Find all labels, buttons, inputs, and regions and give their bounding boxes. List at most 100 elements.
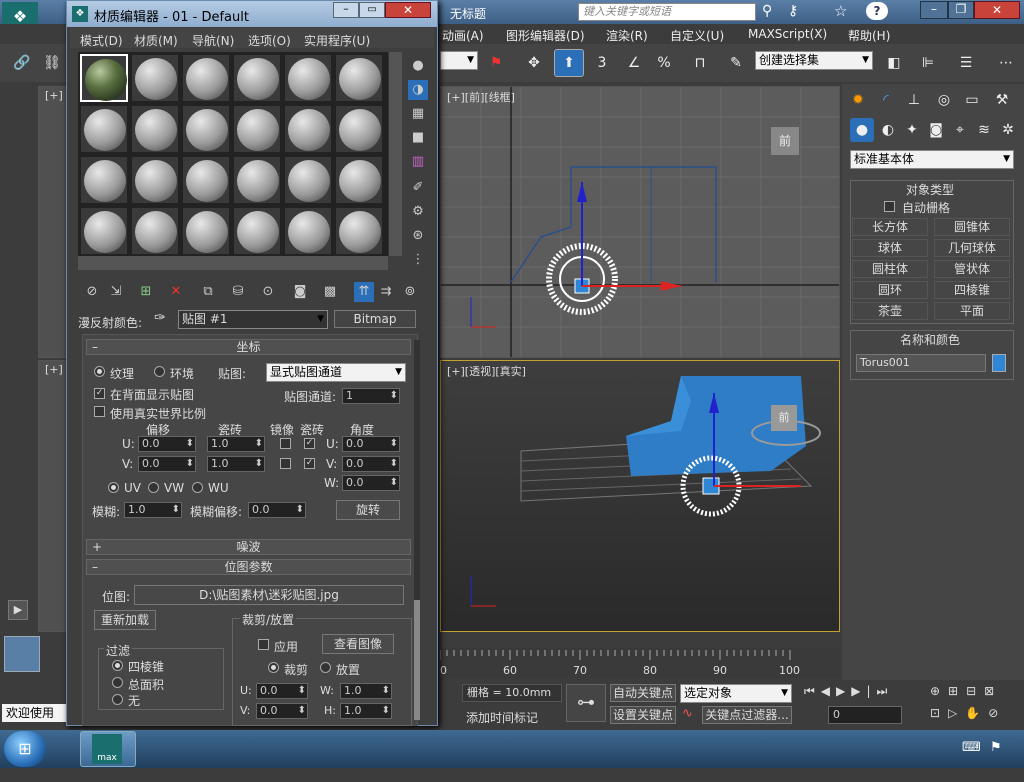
sample-type-icon[interactable]: ● <box>408 56 428 76</box>
mapping-dropdown[interactable]: 显式贴图通道 <box>266 363 406 382</box>
v-angle-spinner[interactable]: 0.0 <box>342 456 400 472</box>
sample-slot[interactable] <box>131 105 179 153</box>
curve-icon[interactable]: ∿ <box>682 706 693 721</box>
keyboard-tray-icon[interactable]: ⌨ <box>962 740 981 755</box>
texture-radio[interactable] <box>94 366 105 377</box>
menu-animation[interactable]: 动画(A) <box>442 27 484 44</box>
bitmap-path-button[interactable]: D:\贴图素材\迷彩贴图.jpg <box>134 585 404 605</box>
v-tiling-spinner[interactable]: 1.0 <box>207 456 265 472</box>
viewcube-front[interactable]: 前 <box>771 127 799 155</box>
sample-slot[interactable] <box>182 54 230 102</box>
uv-tiling-icon[interactable]: ■ <box>408 128 428 148</box>
v-offset-spinner[interactable]: 0.0 <box>138 456 196 472</box>
sphere-button[interactable]: 球体 <box>852 239 928 257</box>
make-unique-icon[interactable]: ⧉ <box>198 282 218 302</box>
crop-w-spinner[interactable]: 1.0 <box>340 683 392 699</box>
manipulate-icon[interactable]: ⬆ <box>554 49 584 77</box>
wu-radio[interactable] <box>192 482 203 493</box>
material-navigator-icon[interactable]: ⋮ <box>408 250 428 270</box>
sample-slot[interactable] <box>182 105 230 153</box>
slots-hscrollbar[interactable] <box>78 256 388 270</box>
binoculars-icon[interactable]: ⚲ <box>762 3 772 19</box>
sample-slot[interactable] <box>233 207 281 255</box>
place-radio[interactable] <box>320 662 331 673</box>
sample-slot[interactable] <box>284 54 332 102</box>
backlight-icon[interactable]: ◑ <box>408 80 428 100</box>
object-name-input[interactable]: Torus001 <box>856 354 986 372</box>
align-icon[interactable]: ⊫ <box>916 51 940 75</box>
systems-icon[interactable]: ✲ <box>996 118 1020 142</box>
assign-to-selection-icon[interactable]: ⊞ <box>136 282 156 302</box>
reference-coord-dropdown[interactable] <box>440 51 478 70</box>
cone-button[interactable]: 圆锥体 <box>934 218 1010 236</box>
hierarchy-tab-icon[interactable]: ⊥ <box>902 88 926 112</box>
mat-menu-utilities[interactable]: 实用程序(U) <box>304 32 370 49</box>
filter-sat-radio[interactable] <box>112 677 123 688</box>
go-to-parent-icon[interactable]: ⇈ <box>354 282 374 302</box>
angle-snap-icon[interactable]: ∠ <box>622 51 646 75</box>
sample-slot[interactable] <box>80 105 128 153</box>
put-to-library-icon[interactable]: ⛁ <box>228 282 248 302</box>
frame-input[interactable]: 0 <box>828 706 902 724</box>
start-button[interactable]: ⊞ <box>4 731 46 767</box>
mat-menu-navigation[interactable]: 导航(N) <box>192 32 234 49</box>
uv-radio[interactable] <box>108 482 119 493</box>
viewport-layout-icon[interactable] <box>4 636 40 672</box>
menu-customize[interactable]: 自定义(U) <box>670 27 724 44</box>
show-back-checkbox[interactable]: ✓ <box>94 388 105 399</box>
snap-3d-button[interactable]: 3 <box>590 51 614 75</box>
geosphere-button[interactable]: 几何球体 <box>934 239 1010 257</box>
auto-key-button[interactable]: 自动关键点 <box>610 684 676 702</box>
create-tab-icon[interactable]: ✹ <box>846 88 870 112</box>
params-scroll-thumb[interactable] <box>414 600 420 720</box>
object-color-swatch[interactable] <box>992 354 1006 372</box>
sample-slot[interactable] <box>131 207 179 255</box>
menu-maxscript[interactable]: MAXScript(X) <box>748 27 827 41</box>
u-tile-checkbox[interactable]: ✓ <box>304 438 315 449</box>
map-type-button[interactable]: Bitmap <box>334 310 416 328</box>
material-id-icon[interactable]: ⊙ <box>258 282 278 302</box>
sample-slot[interactable] <box>233 54 281 102</box>
spinner-snap-icon[interactable]: ⊓ <box>688 51 712 75</box>
vw-radio[interactable] <box>148 482 159 493</box>
sample-slot[interactable] <box>335 105 383 153</box>
get-material-icon[interactable]: ⊘ <box>82 282 102 302</box>
environ-radio[interactable] <box>154 366 165 377</box>
go-forward-icon[interactable]: ⇉ <box>376 282 396 302</box>
sample-slot[interactable] <box>131 54 179 102</box>
spacewarps-icon[interactable]: ≋ <box>972 118 996 142</box>
shapes-icon[interactable]: ◐ <box>876 118 900 142</box>
pick-material-icon[interactable]: ⊚ <box>400 282 420 302</box>
select-by-material-icon[interactable]: ⊛ <box>408 226 428 246</box>
object-type-title[interactable]: 对象类型 <box>906 181 954 198</box>
cylinder-button[interactable]: 圆柱体 <box>852 260 928 278</box>
maximize-button[interactable]: ❐ <box>948 1 974 19</box>
reset-map-icon[interactable]: ✕ <box>166 282 186 302</box>
named-selection-dropdown[interactable]: 创建选择集 <box>755 51 873 70</box>
crop-radio[interactable] <box>268 662 279 673</box>
nav-zoom-icon[interactable]: ⊕⊞⊟⊠ <box>930 684 1024 702</box>
key-mode-dropdown[interactable]: 选定对象 <box>680 684 792 703</box>
noise-rollout-header[interactable]: + 噪波 <box>86 539 411 555</box>
menu-help[interactable]: 帮助(H) <box>848 27 890 44</box>
sample-slot[interactable] <box>284 156 332 204</box>
mat-maximize-button[interactable]: ▭ <box>359 2 385 18</box>
sample-slot[interactable] <box>233 156 281 204</box>
link-icon[interactable]: 🔗 <box>10 51 34 75</box>
cameras-icon[interactable]: ◙ <box>924 118 948 142</box>
background-icon[interactable]: ▦ <box>408 104 428 124</box>
layer-icon[interactable]: ☰ <box>954 51 978 75</box>
reload-button[interactable]: 重新加载 <box>94 610 156 630</box>
move-icon[interactable]: ✥ <box>522 51 546 75</box>
playback-controls[interactable]: ⏮◀▶▶|⏭ <box>804 684 924 702</box>
set-key-button[interactable]: 设置关键点 <box>610 706 676 724</box>
blur-spinner[interactable]: 1.0 <box>124 502 182 518</box>
name-color-title[interactable]: 名称和颜色 <box>900 331 960 348</box>
menu-graph-editors[interactable]: 图形编辑器(D) <box>506 27 585 44</box>
blur-offset-spinner[interactable]: 0.0 <box>248 502 306 518</box>
key-mode-icon[interactable]: ⊶ <box>566 684 606 722</box>
u-angle-spinner[interactable]: 0.0 <box>342 436 400 452</box>
curve-editor-icon[interactable]: ⋯ <box>994 51 1018 75</box>
search-input[interactable]: 键入关键字或短语 <box>578 3 756 21</box>
slots-vscrollbar[interactable] <box>388 52 402 256</box>
